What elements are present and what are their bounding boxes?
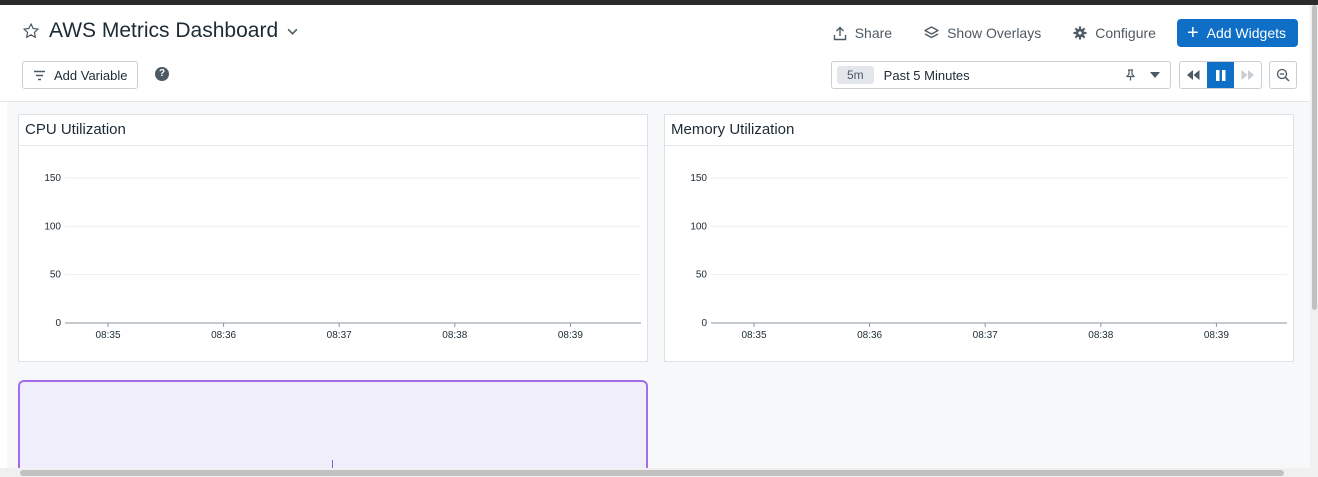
- y-tick-label: 100: [44, 221, 61, 232]
- rewind-icon: [1187, 70, 1200, 80]
- memory-utilization-widget[interactable]: Memory Utilization 0 50 100 150 08:35 08:36 08…: [664, 114, 1294, 362]
- x-tick-label: 08:39: [1204, 330, 1229, 341]
- zoom-out-icon: [1276, 68, 1290, 82]
- y-tick-label: 150: [44, 173, 61, 184]
- x-tick-label: 08:38: [442, 330, 467, 341]
- placeholder-marker: [332, 460, 333, 468]
- header-actions: Share Show Overlays Configure + Add Widg…: [801, 19, 1298, 47]
- y-tick-label: 50: [696, 270, 708, 281]
- playback-controls: [1179, 61, 1262, 89]
- y-tick-label: 100: [690, 221, 707, 232]
- share-icon: [833, 26, 846, 40]
- time-range-label: Past 5 Minutes: [883, 67, 970, 83]
- caret-down-icon[interactable]: [1150, 72, 1160, 78]
- show-overlays-label: Show Overlays: [947, 25, 1042, 41]
- add-widgets-button[interactable]: + Add Widgets: [1176, 19, 1298, 47]
- x-tick-label: 08:36: [857, 330, 882, 341]
- horizontal-scrollbar-thumb[interactable]: [20, 470, 1284, 476]
- title-row: AWS Metrics Dashboard: [22, 19, 299, 43]
- x-tick-label: 08:35: [95, 330, 120, 341]
- layers-icon: [924, 26, 939, 39]
- dashboard-header: AWS Metrics Dashboard Share Show Overlay…: [0, 5, 1310, 102]
- widget-title: CPU Utilization: [19, 115, 647, 146]
- pause-button[interactable]: [1207, 62, 1234, 88]
- add-variable-button[interactable]: Add Variable: [22, 61, 139, 89]
- cpu-utilization-widget[interactable]: CPU Utilization 0 50 100 150 08:35 08:36 08:37…: [18, 114, 648, 362]
- add-widgets-label: Add Widgets: [1206, 25, 1286, 41]
- fast-forward-button[interactable]: [1234, 62, 1261, 88]
- y-tick-label: 150: [690, 173, 707, 184]
- memory-utilization-chart: 0 50 100 150 08:35 08:36 08:37 08:38 08:39: [690, 173, 1287, 341]
- share-label: Share: [854, 25, 893, 41]
- zoom-out-button[interactable]: [1269, 61, 1297, 89]
- pause-icon: [1215, 69, 1225, 81]
- x-tick-label: 08:36: [211, 330, 236, 341]
- configure-button[interactable]: Configure: [1073, 25, 1156, 41]
- x-tick-label: 08:39: [558, 330, 583, 341]
- pin-icon[interactable]: [1125, 69, 1136, 81]
- star-icon[interactable]: [22, 22, 40, 40]
- time-range-badge: 5m: [837, 66, 874, 84]
- x-tick-label: 08:38: [1088, 330, 1113, 341]
- chevron-down-icon[interactable]: [286, 25, 299, 38]
- y-tick-label: 50: [50, 270, 62, 281]
- rewind-button[interactable]: [1180, 62, 1207, 88]
- horizontal-scrollbar[interactable]: [0, 468, 1310, 477]
- time-range-picker[interactable]: 5m Past 5 Minutes: [831, 61, 1171, 89]
- show-overlays-button[interactable]: Show Overlays: [924, 25, 1041, 41]
- plus-icon: +: [1186, 22, 1199, 44]
- x-tick-label: 08:37: [973, 330, 998, 341]
- vertical-scrollbar[interactable]: [1310, 5, 1318, 477]
- gear-icon: [1073, 26, 1087, 40]
- configure-label: Configure: [1095, 25, 1156, 41]
- x-tick-label: 08:37: [327, 330, 352, 341]
- filter-icon: [34, 70, 45, 80]
- new-widget-placeholder[interactable]: [18, 380, 648, 468]
- dashboard-canvas: CPU Utilization 0 50 100 150 08:35 08:36 08:37…: [7, 102, 1310, 468]
- page-title: AWS Metrics Dashboard: [49, 19, 279, 42]
- widget-title: Memory Utilization: [665, 115, 1293, 146]
- add-variable-label: Add Variable: [54, 67, 128, 83]
- help-icon[interactable]: ?: [155, 67, 169, 81]
- cpu-utilization-chart: 0 50 100 150 08:35 08:36 08:37 08:38 08:39: [44, 173, 641, 341]
- x-tick-label: 08:35: [741, 330, 766, 341]
- share-button[interactable]: Share: [833, 25, 892, 41]
- fast-forward-icon: [1241, 70, 1254, 80]
- y-tick-label: 0: [55, 318, 61, 329]
- y-tick-label: 0: [701, 318, 707, 329]
- vertical-scrollbar-thumb[interactable]: [1312, 5, 1317, 310]
